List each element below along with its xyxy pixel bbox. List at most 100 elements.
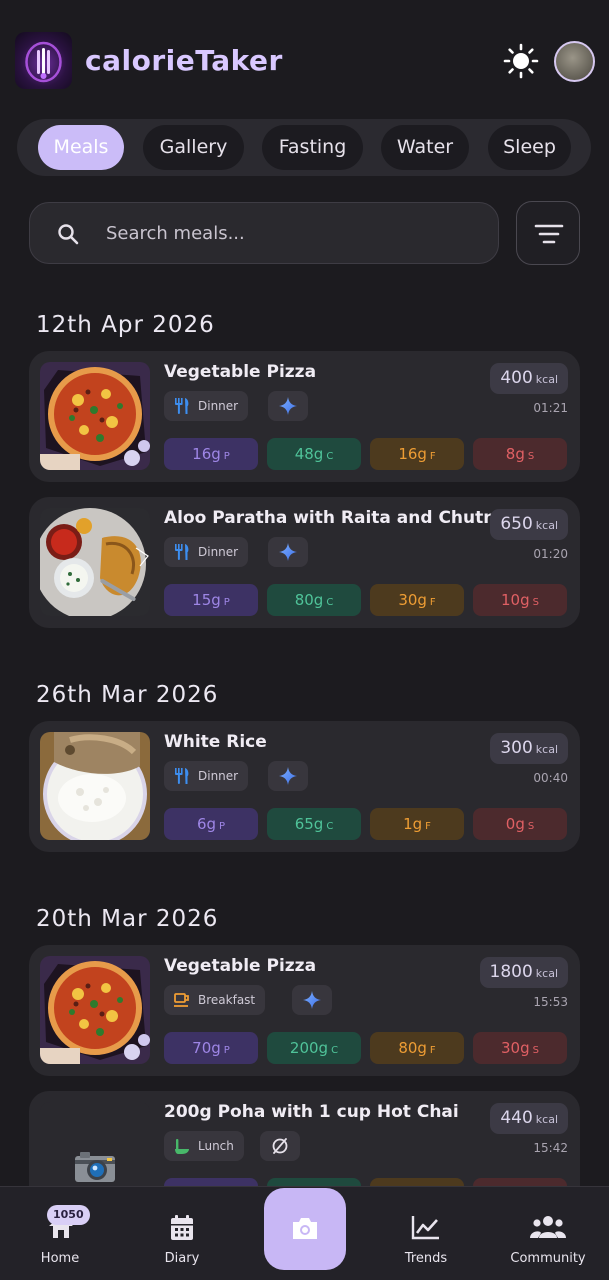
carbs-unit: C — [331, 1045, 339, 1056]
ai-analyzed-badge[interactable] — [292, 985, 332, 1015]
fat-unit: F — [429, 1045, 436, 1056]
search-icon — [58, 224, 79, 245]
calorie-badge: 1800 kcal — [479, 957, 568, 988]
sync-status-badge[interactable] — [260, 1131, 300, 1161]
trends-icon — [411, 1216, 439, 1240]
protein-value: 70g — [192, 1039, 221, 1057]
carbs-value: 80g — [294, 591, 324, 609]
meal-card[interactable]: Vegetable Pizza 400 kcal 01:21 Dinner 16g P 48g… — [29, 351, 580, 482]
calorie-unit: kcal — [535, 1113, 558, 1126]
carbs-chip: 200g C — [267, 1032, 361, 1064]
carbs-chip: 80g C — [267, 584, 361, 616]
sugar-chip: 10g S — [473, 584, 567, 616]
fat-value: 1g — [403, 815, 423, 833]
calorie-badge: 300 kcal — [490, 733, 568, 764]
meal-type-label: Dinner — [198, 399, 239, 413]
protein-unit: P — [219, 821, 226, 832]
date-header: 26th Mar 2026 — [36, 682, 219, 708]
ai-analyzed-badge[interactable] — [268, 761, 308, 791]
calorie-value: 300 — [500, 738, 533, 758]
sugar-value: 10g — [501, 591, 530, 609]
nav-trends[interactable]: Trends — [386, 1187, 466, 1280]
filter-button[interactable] — [516, 201, 580, 265]
fat-unit: F — [429, 451, 436, 462]
fat-chip: 80g F — [370, 1032, 464, 1064]
fat-chip: 16g F — [370, 438, 464, 470]
search-bar — [29, 202, 499, 264]
sugar-chip: 30g S — [473, 1032, 567, 1064]
sugar-unit: S — [527, 451, 535, 462]
meal-photo[interactable] — [40, 508, 150, 616]
protein-chip: 6g P — [164, 808, 258, 840]
tab-sleep[interactable]: Sleep — [488, 125, 571, 170]
meal-time: 15:42 — [533, 1141, 568, 1155]
carbs-unit: C — [326, 597, 334, 608]
calorie-badge: 650 kcal — [490, 509, 568, 540]
tab-water[interactable]: Water — [381, 125, 469, 170]
carbs-chip: 48g C — [267, 438, 361, 470]
date-header: 20th Mar 2026 — [36, 906, 219, 932]
meal-photo[interactable] — [40, 362, 150, 470]
meal-card[interactable]: Aloo Paratha with Raita and Chutneys 650 k… — [29, 497, 580, 628]
sugar-value: 0g — [505, 815, 525, 833]
filter-icon — [534, 224, 564, 244]
tab-meals[interactable]: Meals — [38, 125, 124, 170]
calorie-unit: kcal — [535, 743, 558, 756]
sugar-value: 8g — [505, 445, 525, 463]
meal-type-label: Dinner — [198, 769, 239, 783]
meal-type-chip: Lunch — [164, 1131, 244, 1161]
nav-community[interactable]: Community — [502, 1187, 594, 1280]
meal-photo[interactable] — [40, 956, 150, 1064]
fat-value: 80g — [398, 1039, 427, 1057]
search-input[interactable] — [106, 216, 476, 250]
fat-value: 16g — [398, 445, 427, 463]
sugar-value: 30g — [501, 1039, 530, 1057]
calorie-unit: kcal — [535, 967, 558, 980]
meal-name: 200g Poha with 1 cup Hot Chai — [164, 1102, 459, 1122]
protein-chip: 16g P — [164, 438, 258, 470]
calorie-value: 400 — [500, 368, 533, 388]
meal-time: 15:53 — [533, 995, 568, 1009]
carbs-chip: 65g C — [267, 808, 361, 840]
nav-home[interactable]: Home — [20, 1187, 100, 1280]
nav-home-label: Home — [40, 1251, 80, 1266]
meal-name: Vegetable Pizza — [164, 362, 317, 382]
protein-chip: 15g P — [164, 584, 258, 616]
meal-type-label: Dinner — [198, 545, 239, 559]
ai-analyzed-badge[interactable] — [268, 537, 308, 567]
camera-icon — [293, 1218, 317, 1239]
carbs-value: 200g — [289, 1039, 329, 1057]
app-root: calorieTaker Meals Gallery Fasting Water… — [0, 0, 609, 1280]
nav-diary[interactable]: Diary — [142, 1187, 222, 1280]
nav-diary-label: Diary — [164, 1251, 200, 1266]
fat-value: 30g — [398, 591, 427, 609]
community-icon — [530, 1216, 566, 1238]
carbs-unit: C — [326, 821, 334, 832]
capture-meal-button[interactable] — [264, 1188, 346, 1270]
tab-bar: Meals Gallery Fasting Water Sleep — [17, 119, 591, 176]
calorie-unit: kcal — [535, 519, 558, 532]
app-title: calorieTaker — [85, 44, 283, 77]
protein-unit: P — [223, 597, 230, 608]
tab-gallery[interactable]: Gallery — [143, 125, 244, 170]
meal-card[interactable]: Vegetable Pizza 1800 kcal 15:53 Breakfast 70g… — [29, 945, 580, 1076]
home-points-badge: 1050 — [47, 1205, 90, 1225]
protein-value: 15g — [192, 591, 221, 609]
nav-trends-label: Trends — [404, 1251, 448, 1266]
sugar-chip: 0g S — [473, 808, 567, 840]
ai-analyzed-badge[interactable] — [268, 391, 308, 421]
protein-chip: 70g P — [164, 1032, 258, 1064]
meal-time: 01:21 — [533, 401, 568, 415]
meal-type-chip: Dinner — [164, 761, 249, 791]
meal-photo[interactable] — [40, 732, 150, 840]
sugar-unit: S — [532, 597, 539, 608]
calorie-unit: kcal — [535, 373, 558, 386]
fat-chip: 30g F — [370, 584, 464, 616]
meal-type-label: Lunch — [198, 1139, 234, 1153]
calorie-value: 440 — [500, 1108, 533, 1128]
protein-unit: P — [223, 1045, 230, 1056]
user-avatar[interactable] — [554, 41, 595, 82]
tab-fasting[interactable]: Fasting — [262, 125, 363, 170]
meal-card[interactable]: White Rice 300 kcal 00:40 Dinner 6g P 65g C 1g F 0g… — [29, 721, 580, 852]
theme-toggle-sun-icon[interactable] — [503, 43, 539, 79]
